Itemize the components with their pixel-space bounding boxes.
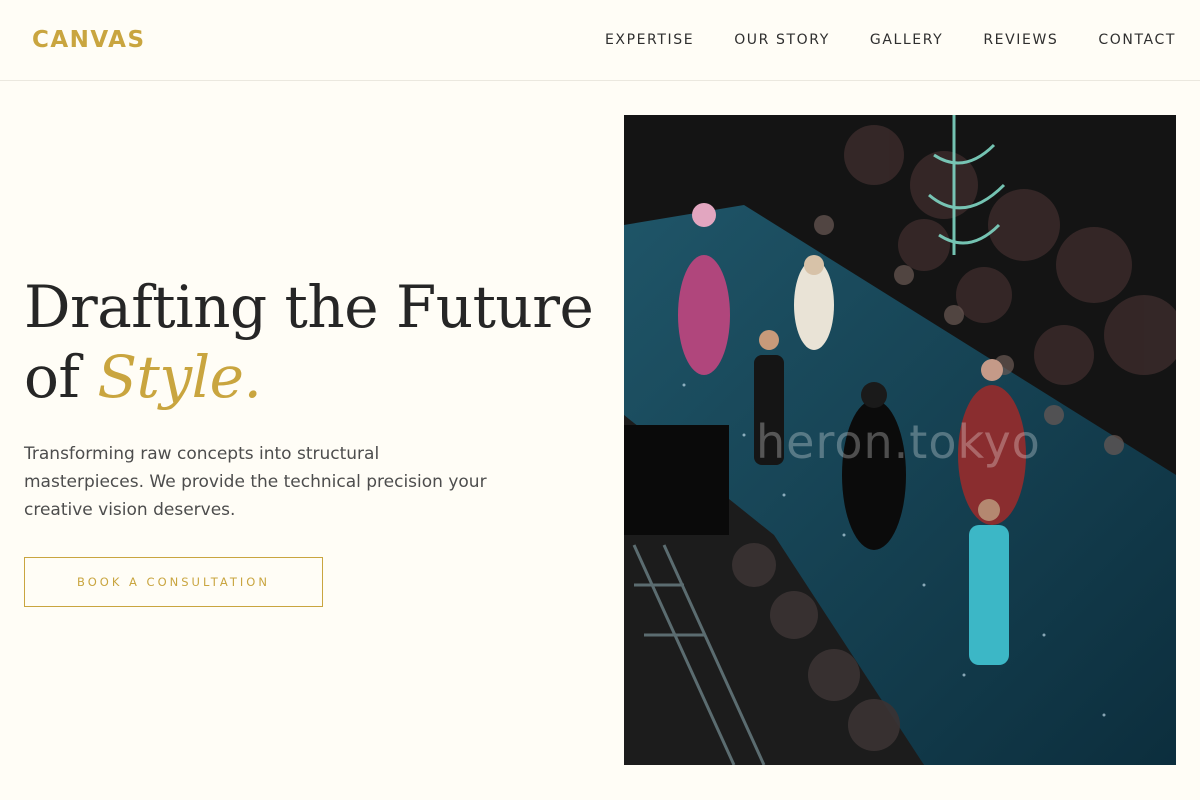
book-consultation-button[interactable]: BOOK A CONSULTATION bbox=[24, 557, 323, 607]
hero-subtitle: Transforming raw concepts into structura… bbox=[24, 444, 487, 520]
hero-image: heron.tokyo bbox=[624, 115, 1176, 765]
main-nav: EXPERTISE OUR STORY GALLERY REVIEWS CONT… bbox=[605, 32, 1176, 48]
hero-title-prefix: of bbox=[24, 343, 98, 411]
nav-item-our-story[interactable]: OUR STORY bbox=[734, 32, 830, 48]
logo[interactable]: CANVAS bbox=[32, 27, 146, 53]
hero-title-line1: Drafting the Future bbox=[24, 273, 594, 341]
nav-item-gallery[interactable]: GALLERY bbox=[870, 32, 943, 48]
site-header: CANVAS EXPERTISE OUR STORY GALLERY REVIE… bbox=[0, 0, 1200, 81]
hero-title-accent: Style. bbox=[97, 343, 262, 411]
image-watermark: heron.tokyo bbox=[756, 415, 1041, 469]
nav-item-reviews[interactable]: REVIEWS bbox=[983, 32, 1058, 48]
hero-title: Drafting the Future of Style. bbox=[24, 272, 604, 412]
nav-item-contact[interactable]: CONTACT bbox=[1098, 32, 1176, 48]
nav-item-expertise[interactable]: EXPERTISE bbox=[605, 32, 694, 48]
